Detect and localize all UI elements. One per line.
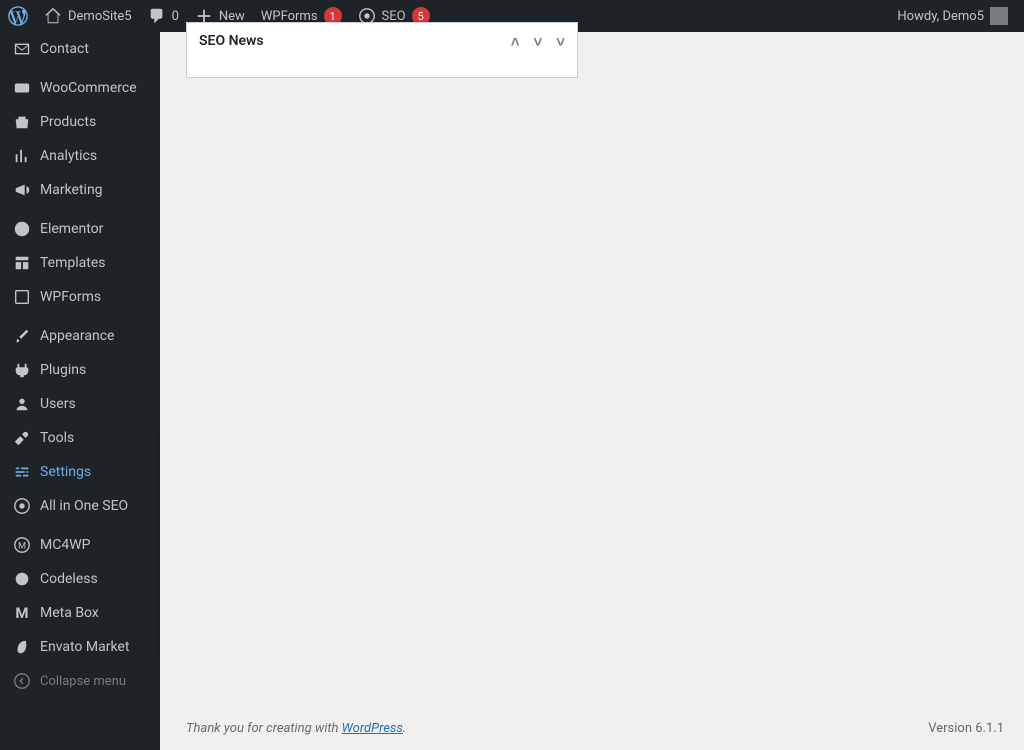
mc4wp-icon: M	[12, 536, 32, 554]
brush-icon	[12, 327, 32, 345]
plugin-icon	[12, 361, 32, 379]
menu-plugins-label: Plugins	[40, 362, 86, 378]
leaf-icon	[12, 638, 32, 656]
menu-codeless[interactable]: Codeless	[0, 562, 160, 596]
menu-marketing[interactable]: Marketing	[0, 173, 160, 207]
user-icon	[12, 395, 32, 413]
footer-version: Version 6.1.1	[928, 721, 1004, 736]
user-greeting[interactable]: Howdy, Demo5	[889, 0, 1016, 32]
menu-settings-label: Settings	[40, 464, 91, 480]
menu-contact-label: Contact	[40, 41, 89, 57]
menu-products-label: Products	[40, 114, 96, 130]
menu-plugins[interactable]: Plugins	[0, 353, 160, 387]
menu-metabox[interactable]: M Meta Box	[0, 596, 160, 630]
menu-metabox-label: Meta Box	[40, 605, 99, 621]
wrench-icon	[12, 429, 32, 447]
analytics-icon	[12, 147, 32, 165]
chevron-down-icon[interactable]: ˅	[556, 33, 565, 51]
megaphone-icon	[12, 181, 32, 199]
menu-users-label: Users	[40, 396, 76, 412]
menu-wpforms-label: WPForms	[40, 289, 101, 305]
menu-envato[interactable]: Envato Market	[0, 630, 160, 664]
menu-templates[interactable]: Templates	[0, 246, 160, 280]
menu-settings[interactable]: Settings	[0, 455, 160, 489]
wpforms-icon	[12, 288, 32, 306]
comments-count: 0	[172, 9, 179, 24]
menu-aioseo[interactable]: All in One SEO	[0, 489, 160, 523]
menu-templates-label: Templates	[40, 255, 106, 271]
menu-wpforms[interactable]: WPForms	[0, 280, 160, 314]
widget-controls: ˄ ˅ ˅	[511, 33, 565, 51]
home-icon	[44, 7, 62, 25]
menu-collapse[interactable]: Collapse menu	[0, 664, 160, 698]
wp-logo[interactable]	[0, 0, 36, 32]
aioseo-icon	[12, 497, 32, 515]
admin-menu: Contact WooCommerce Products Analytics M…	[0, 32, 160, 750]
menu-products[interactable]: Products	[0, 105, 160, 139]
menu-elementor-label: Elementor	[40, 221, 103, 237]
menu-elementor[interactable]: Elementor	[0, 212, 160, 246]
envelope-icon	[12, 40, 32, 58]
menu-woocommerce-label: WooCommerce	[40, 80, 137, 96]
menu-woocommerce[interactable]: WooCommerce	[0, 71, 160, 105]
templates-icon	[12, 254, 32, 272]
comment-icon	[148, 7, 166, 25]
comments-link[interactable]: 0	[140, 0, 187, 32]
widget-seo-news[interactable]: SEO News ˄ ˅ ˅	[186, 22, 578, 78]
menu-codeless-label: Codeless	[40, 571, 98, 587]
menu-tools[interactable]: Tools	[0, 421, 160, 455]
chevron-up-icon[interactable]: ˄	[511, 33, 520, 51]
avatar	[990, 7, 1008, 25]
metabox-icon: M	[12, 604, 32, 622]
codeless-icon	[12, 570, 32, 588]
widget-title: SEO News	[199, 33, 264, 49]
menu-envato-label: Envato Market	[40, 639, 129, 655]
menu-aioseo-label: All in One SEO	[40, 498, 128, 514]
elementor-icon	[12, 220, 32, 238]
site-name-link[interactable]: DemoSite5	[36, 0, 140, 32]
menu-users[interactable]: Users	[0, 387, 160, 421]
products-icon	[12, 113, 32, 131]
woo-icon	[12, 79, 32, 97]
menu-tools-label: Tools	[40, 430, 74, 446]
menu-appearance-label: Appearance	[40, 328, 114, 344]
menu-mc4wp-label: MC4WP	[40, 537, 90, 553]
collapse-icon	[12, 672, 32, 690]
svg-text:M: M	[18, 542, 26, 552]
footer-wordpress-link[interactable]: WordPress	[342, 721, 403, 736]
menu-collapse-label: Collapse menu	[40, 674, 126, 689]
menu-appearance[interactable]: Appearance	[0, 319, 160, 353]
content-area: SEO News ˄ ˅ ˅ Thank you for creating wi…	[160, 32, 1024, 750]
menu-analytics-label: Analytics	[40, 148, 97, 164]
chevron-down-icon[interactable]: ˅	[533, 33, 542, 51]
greeting-text: Howdy, Demo5	[897, 9, 984, 24]
menu-analytics[interactable]: Analytics	[0, 139, 160, 173]
admin-footer: Thank you for creating with WordPress. V…	[186, 721, 1004, 736]
menu-contact[interactable]: Contact	[0, 32, 160, 66]
wordpress-icon	[8, 6, 28, 26]
menu-marketing-label: Marketing	[40, 182, 103, 198]
footer-thanks: Thank you for creating with WordPress.	[186, 721, 406, 736]
site-name-text: DemoSite5	[68, 9, 132, 24]
admin-bar-right: Howdy, Demo5	[889, 0, 1016, 32]
menu-mc4wp[interactable]: M MC4WP	[0, 528, 160, 562]
sliders-icon	[12, 463, 32, 481]
